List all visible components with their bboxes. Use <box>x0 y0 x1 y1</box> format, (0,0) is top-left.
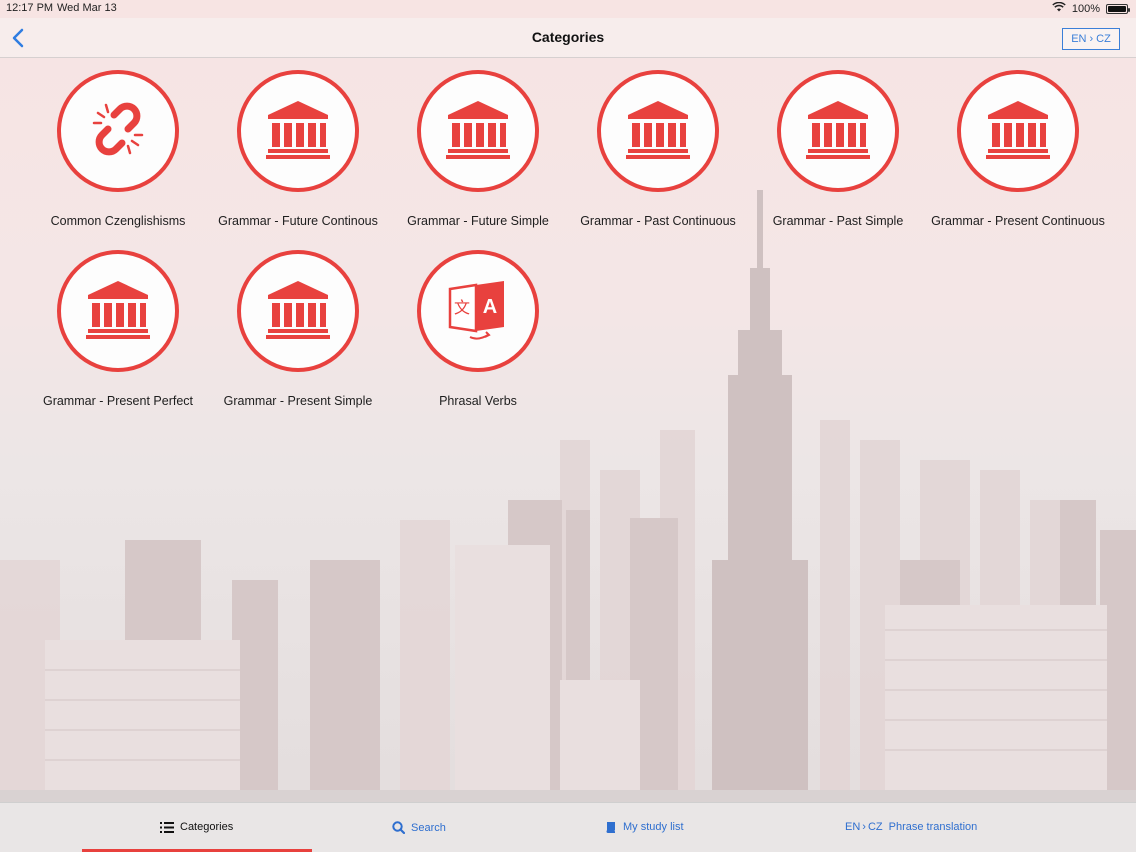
language-direction-button[interactable]: EN › CZ <box>1062 28 1120 50</box>
bank-icon <box>626 99 690 164</box>
tab-search[interactable]: Search <box>392 821 446 834</box>
wifi-icon <box>1052 1 1066 15</box>
tab-study-list-label: My study list <box>623 821 684 833</box>
bank-icon <box>986 99 1050 164</box>
category-icon-circle <box>237 70 359 192</box>
category-item[interactable]: Grammar - Future Continous <box>208 70 388 238</box>
category-item[interactable]: Common Czenglishisms <box>28 70 208 238</box>
translate-icon: 文 A <box>446 277 510 346</box>
bank-icon <box>446 99 510 164</box>
category-label: Grammar - Past Simple <box>772 214 904 228</box>
battery-percent: 100% <box>1071 2 1100 15</box>
category-label: Phrasal Verbs <box>439 394 517 408</box>
category-icon-circle <box>597 70 719 192</box>
phrase-language-to: CZ <box>867 821 883 833</box>
category-icon-circle <box>57 70 179 192</box>
list-icon <box>160 821 174 833</box>
tab-phrase-translation-label: Phrase translation <box>888 821 978 833</box>
category-label: Grammar - Past Continuous <box>580 214 736 228</box>
book-icon <box>606 822 615 833</box>
status-time: 12:17 PM <box>6 2 54 14</box>
category-item[interactable]: Grammar - Present Continuous <box>928 70 1108 238</box>
tab-categories[interactable]: Categories <box>160 821 233 833</box>
tab-study-list[interactable]: My study list <box>605 821 684 833</box>
chevron-right-icon: › <box>862 821 866 833</box>
category-label: Common Czenglishisms <box>50 214 186 228</box>
svg-text:文: 文 <box>454 298 470 317</box>
tab-bar: Categories Search My study list EN › CZ … <box>0 802 1136 852</box>
category-icon-circle <box>777 70 899 192</box>
category-item[interactable]: Grammar - Past Continuous <box>568 70 748 238</box>
language-to: CZ <box>1096 33 1111 45</box>
category-icon-circle <box>957 70 1079 192</box>
navigation-bar: Categories EN › CZ <box>0 18 1136 58</box>
status-right: 100% <box>1052 1 1130 15</box>
category-grid: Common Czenglishisms Grammar - Future Co… <box>28 70 1118 418</box>
category-label: Grammar - Present Simple <box>223 394 373 408</box>
bank-icon <box>806 99 870 164</box>
category-item[interactable]: Grammar - Present Simple <box>208 250 388 418</box>
category-label: Grammar - Future Simple <box>407 214 549 228</box>
svg-text:A: A <box>483 296 497 318</box>
category-icon-circle <box>237 250 359 372</box>
category-label: Grammar - Present Continuous <box>931 214 1105 228</box>
category-icon-circle <box>417 70 539 192</box>
battery-icon <box>1106 3 1130 14</box>
broken-link-icon <box>88 99 148 164</box>
search-icon <box>392 821 405 834</box>
page-title: Categories <box>531 29 605 45</box>
chevron-right-icon: › <box>1089 33 1094 45</box>
bank-icon <box>86 279 150 344</box>
category-label: Grammar - Future Continous <box>218 214 378 228</box>
tab-search-label: Search <box>411 821 446 834</box>
tab-phrase-translation[interactable]: EN › CZ Phrase translation <box>845 821 977 833</box>
category-icon-circle <box>57 250 179 372</box>
status-bar: 12:17 PM Wed Mar 13 100% <box>0 0 1136 18</box>
category-label: Grammar - Present Perfect <box>42 394 194 408</box>
tab-categories-label: Categories <box>180 821 234 833</box>
language-from: EN <box>1071 33 1087 45</box>
category-item[interactable]: Grammar - Present Perfect <box>28 250 208 418</box>
category-item[interactable]: Grammar - Future Simple <box>388 70 568 238</box>
bank-icon <box>266 279 330 344</box>
phrase-language-from: EN <box>845 821 861 833</box>
category-item[interactable]: 文 A Phrasal Verbs <box>388 250 568 418</box>
category-icon-circle: 文 A <box>417 250 539 372</box>
category-item[interactable]: Grammar - Past Simple <box>748 70 928 238</box>
bank-icon <box>266 99 330 164</box>
status-date: Wed Mar 13 <box>57 2 117 14</box>
